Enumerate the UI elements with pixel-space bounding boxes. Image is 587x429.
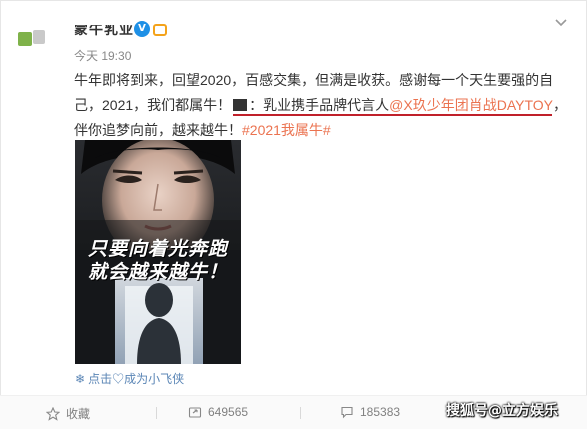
snowflake-icon: ❄: [75, 372, 86, 386]
comment-count: 185383: [360, 405, 401, 419]
poster-headline-2: 就会越来越牛！: [87, 261, 228, 283]
image-credit[interactable]: ❄ 点击♡成为小飞侠: [75, 370, 184, 387]
topic-hashtag[interactable]: #2021我属牛#: [242, 122, 331, 138]
comment-button[interactable]: 185383: [340, 405, 400, 419]
post-text: 牛年即将到来，回望2020，百感交集，但满是收获。感谢每一个天生要强的自 己，2…: [74, 68, 570, 143]
redaction-block: [233, 99, 248, 111]
share-button[interactable]: 649565: [188, 405, 248, 419]
source-watermark: 搜狐号@立方娱乐: [446, 403, 558, 419]
favorite-label: 收藏: [66, 407, 91, 421]
post-text-line-3-start: 伴你追梦向前，越来越牛！: [74, 122, 242, 138]
divider: [300, 407, 301, 419]
post-text-line-1: 牛年即将到来，回望2020，百感交集，但满是收获。感谢每一个天生要强的自: [74, 72, 554, 88]
avatar-edge: [33, 30, 45, 44]
post-text-line-2-start: 己，2021，我们都属牛！: [74, 97, 232, 113]
star-icon: [46, 406, 60, 421]
comment-icon: [341, 406, 353, 419]
highlight-underline: [233, 114, 552, 116]
divider: [156, 407, 157, 419]
post-text-line-2-end: ，: [552, 97, 567, 113]
share-count: 649565: [208, 405, 249, 419]
verified-icon: V: [134, 21, 150, 37]
mention-link[interactable]: @X玖少年团肖战DAYTOY: [389, 97, 553, 113]
post-image[interactable]: 只要向着光奔跑 就会越来越牛！: [75, 140, 241, 364]
favorite-button[interactable]: 收藏: [46, 405, 90, 422]
post-timestamp[interactable]: 今天 19:30: [74, 47, 131, 64]
member-icon[interactable]: [153, 24, 167, 36]
chevron-down-icon[interactable]: [554, 18, 568, 28]
post-text-line-2-brand: ：乳业携手品牌代言人: [249, 97, 390, 113]
image-credit-text: 点击♡成为小飞侠: [88, 372, 185, 386]
share-icon: [188, 407, 202, 418]
avatar[interactable]: [18, 32, 32, 46]
